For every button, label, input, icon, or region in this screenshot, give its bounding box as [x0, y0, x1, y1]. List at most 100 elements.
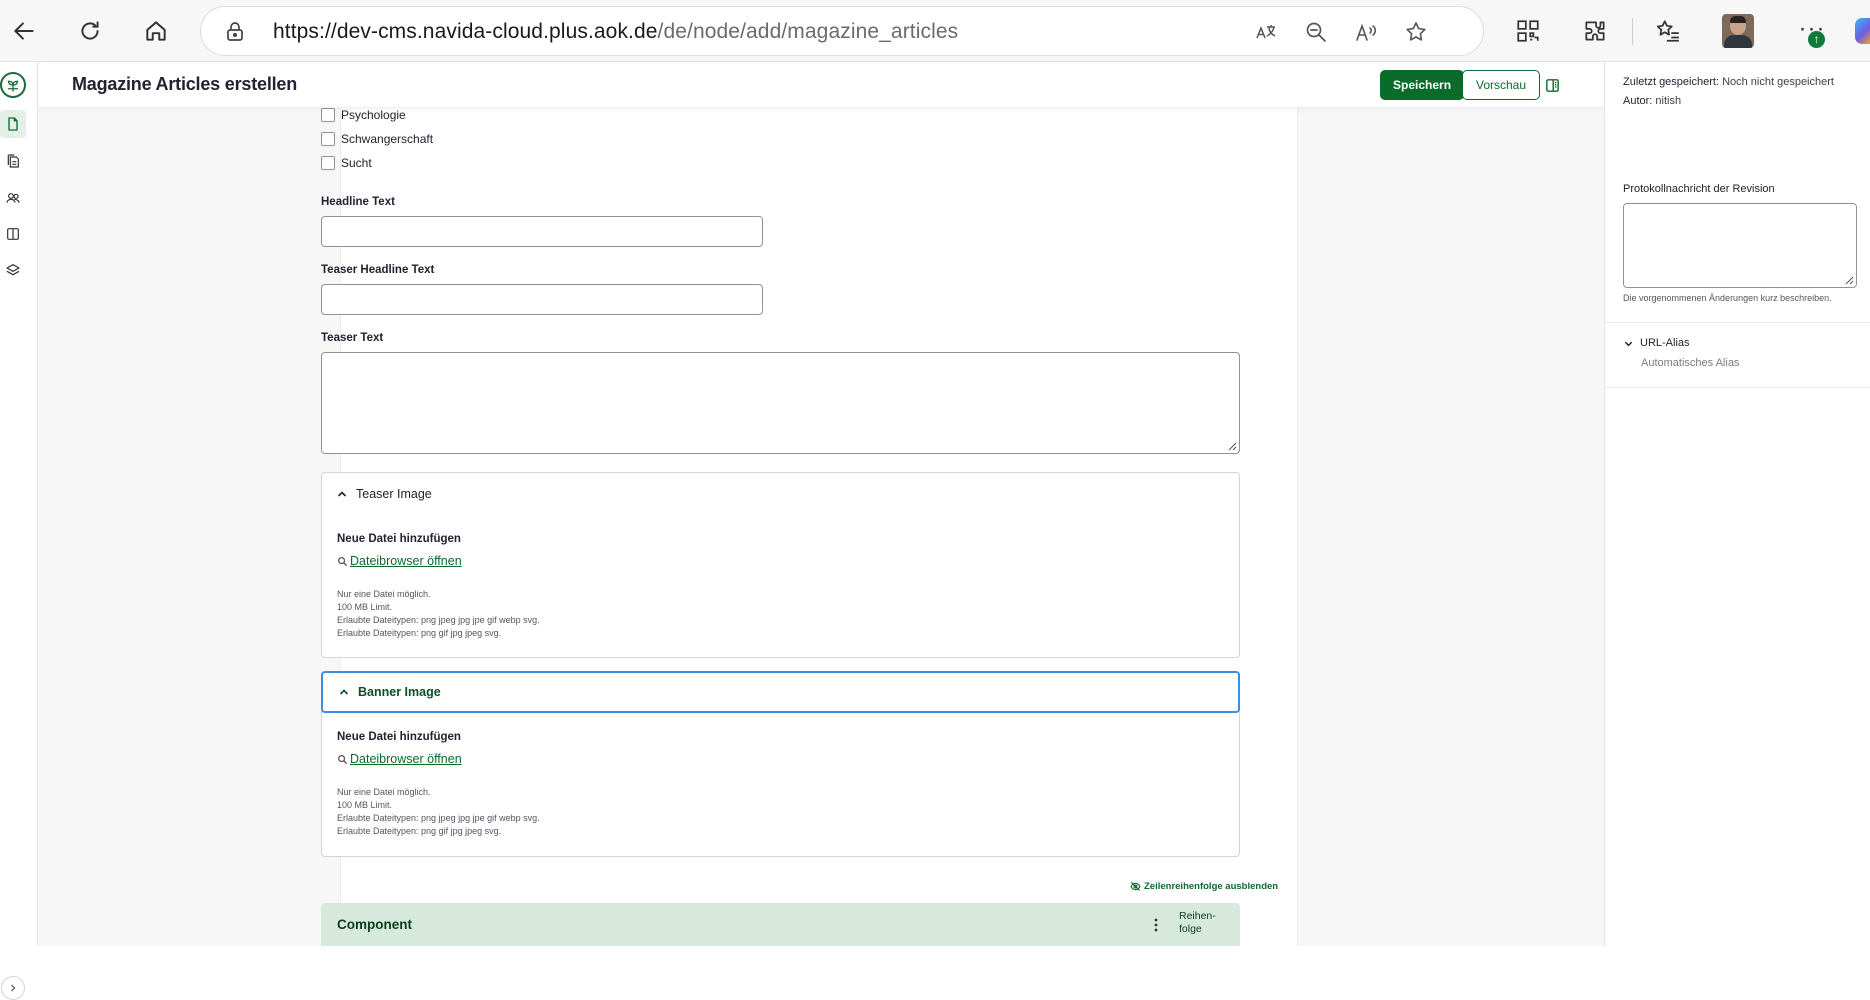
- qr-code-icon[interactable]: [1512, 15, 1544, 47]
- brand-logo-icon[interactable]: [0, 72, 26, 98]
- url-alias-title: URL-Alias: [1640, 337, 1690, 349]
- banner-image-card: Banner Image Neue Datei hinzufügen Datei…: [321, 671, 1240, 857]
- copilot-icon[interactable]: [1855, 18, 1870, 44]
- row-order-label[interactable]: Zeilenreihenfolge ausblenden: [1144, 881, 1278, 892]
- headline-input[interactable]: [321, 216, 763, 247]
- help-line: Nur eine Datei möglich.: [337, 589, 431, 599]
- help-line: 100 MB Limit.: [337, 602, 393, 612]
- file-browser-link[interactable]: Dateibrowser öffnen: [337, 752, 462, 766]
- content-list-icon[interactable]: [0, 147, 26, 175]
- topic-checkbox-sucht[interactable]: Sucht: [321, 154, 372, 172]
- search-icon: [338, 556, 348, 566]
- lock-icon[interactable]: [223, 20, 247, 44]
- file-browser-link-text[interactable]: Dateibrowser öffnen: [350, 752, 462, 766]
- teaser-text-label: Teaser Text: [321, 332, 384, 344]
- topic-checkbox-schwangerschaft[interactable]: Schwangerschaft: [321, 130, 433, 148]
- url-path: /de/node/add/magazine_articles: [657, 20, 959, 43]
- help-line: Erlaubte Dateitypen: png gif jpg jpeg sv…: [337, 826, 502, 836]
- zoom-out-icon[interactable]: [1303, 19, 1329, 45]
- url-alias-toggle[interactable]: URL-Alias: [1623, 337, 1690, 349]
- sidebar-toggle-icon[interactable]: [1538, 70, 1566, 100]
- teaser-headline-label: Teaser Headline Text: [321, 264, 435, 276]
- file-help-text: Nur eine Datei möglich. 100 MB Limit. Er…: [337, 588, 540, 640]
- headline-label: Headline Text: [321, 196, 395, 208]
- divider: [1605, 387, 1870, 388]
- search-icon: [338, 754, 348, 764]
- checkbox[interactable]: [321, 132, 335, 146]
- content-add-icon[interactable]: [0, 110, 26, 138]
- chevron-up-icon: [337, 491, 347, 497]
- teaser-headline-input[interactable]: [321, 284, 763, 315]
- url-alias-value: Automatisches Alias: [1641, 357, 1740, 369]
- author-value: nitish: [1655, 95, 1682, 107]
- translate-icon[interactable]: [1253, 19, 1279, 45]
- avatar-hair: [1730, 16, 1746, 23]
- url-host: https://dev-cms.navida-cloud.plus.aok.de: [273, 20, 658, 43]
- component-title: Component: [337, 917, 412, 932]
- reorder-label-line: folge: [1179, 923, 1202, 935]
- meta-sidebar: Zuletzt gespeichert: Noch nicht gespeich…: [1604, 62, 1870, 946]
- read-aloud-icon[interactable]: [1353, 19, 1379, 45]
- save-button[interactable]: Speichern: [1380, 70, 1465, 100]
- kebab-menu-icon[interactable]: [1149, 915, 1163, 935]
- home-icon[interactable]: [136, 11, 176, 51]
- component-bar: Component Reihen- folge: [321, 903, 1240, 946]
- help-line: Erlaubte Dateitypen: png jpeg jpg jpe gi…: [337, 615, 540, 625]
- file-browser-link[interactable]: Dateibrowser öffnen: [337, 554, 462, 568]
- help-line: 100 MB Limit.: [337, 800, 393, 810]
- row-order-toggle-link[interactable]: Zeilenreihenfolge ausblenden: [1130, 881, 1278, 892]
- update-badge: ↑: [1808, 31, 1825, 48]
- topic-checkbox-psychologie[interactable]: Psychologie: [321, 106, 406, 124]
- chevron-up-icon: [339, 689, 349, 695]
- checkbox-label: Psychologie: [341, 108, 406, 122]
- checkbox-label: Schwangerschaft: [341, 132, 434, 146]
- revision-log-help: Die vorgenommenen Änderungen kurz beschr…: [1623, 293, 1832, 303]
- toolbar-separator: [1632, 18, 1633, 45]
- author-label: Autor:: [1623, 95, 1653, 107]
- admin-toolbar: [0, 62, 38, 1000]
- revision-log-textarea[interactable]: [1623, 203, 1857, 288]
- card-title: Banner Image: [358, 685, 441, 699]
- teaser-text-area[interactable]: [321, 352, 1240, 454]
- eye-off-icon: [1130, 881, 1141, 892]
- help-line: Erlaubte Dateitypen: png gif jpg jpeg sv…: [337, 628, 502, 638]
- add-file-label: Neue Datei hinzufügen: [337, 533, 461, 545]
- address-bar[interactable]: https://dev-cms.navida-cloud.plus.aok.de…: [200, 6, 1484, 56]
- help-line: Erlaubte Dateitypen: png jpeg jpg jpe gi…: [337, 813, 540, 823]
- reorder-label-line: Reihen-: [1179, 910, 1216, 922]
- checkbox[interactable]: [321, 156, 335, 170]
- page-title: Magazine Articles erstellen: [72, 74, 298, 94]
- teaser-image-toggle[interactable]: Teaser Image: [322, 473, 1239, 515]
- checkbox-label: Sucht: [341, 156, 372, 170]
- card-title: Teaser Image: [356, 487, 432, 501]
- url-text[interactable]: https://dev-cms.navida-cloud.plus.aok.de…: [273, 20, 958, 44]
- last-saved-value: Noch nicht gespeichert: [1722, 76, 1834, 88]
- preview-button[interactable]: Vorschau: [1462, 70, 1541, 100]
- teaser-image-card: Teaser Image Neue Datei hinzufügen Datei…: [321, 472, 1240, 658]
- profile-avatar[interactable]: [1722, 14, 1754, 48]
- expand-toolbar-icon[interactable]: [1, 976, 25, 1000]
- layout-icon[interactable]: [0, 220, 26, 248]
- people-icon[interactable]: [0, 184, 26, 212]
- resize-grip-icon[interactable]: [1843, 274, 1854, 285]
- add-file-label: Neue Datei hinzufügen: [337, 731, 461, 743]
- revision-log-label: Protokollnachricht der Revision: [1623, 183, 1775, 195]
- file-browser-link-text[interactable]: Dateibrowser öffnen: [350, 554, 462, 568]
- avatar-body: [1724, 35, 1752, 48]
- resize-grip-icon[interactable]: [1226, 440, 1237, 451]
- banner-image-toggle[interactable]: Banner Image: [321, 671, 1240, 713]
- author-line: Autor: nitish: [1623, 95, 1681, 107]
- reorder-button[interactable]: Reihen- folge: [1179, 910, 1229, 936]
- layers-icon[interactable]: [0, 256, 26, 284]
- favorites-list-icon[interactable]: [1652, 15, 1684, 47]
- browser-toolbar: https://dev-cms.navida-cloud.plus.aok.de…: [0, 0, 1870, 62]
- extensions-icon[interactable]: [1579, 15, 1611, 47]
- favorite-star-icon[interactable]: [1403, 19, 1429, 45]
- last-saved-line: Zuletzt gespeichert: Noch nicht gespeich…: [1623, 76, 1834, 88]
- checkbox[interactable]: [321, 108, 335, 122]
- file-help-text: Nur eine Datei möglich. 100 MB Limit. Er…: [337, 786, 540, 838]
- refresh-icon[interactable]: [70, 11, 110, 51]
- chevron-down-icon: [1624, 341, 1633, 346]
- back-arrow-icon[interactable]: [4, 11, 44, 51]
- last-saved-label: Zuletzt gespeichert:: [1623, 76, 1719, 88]
